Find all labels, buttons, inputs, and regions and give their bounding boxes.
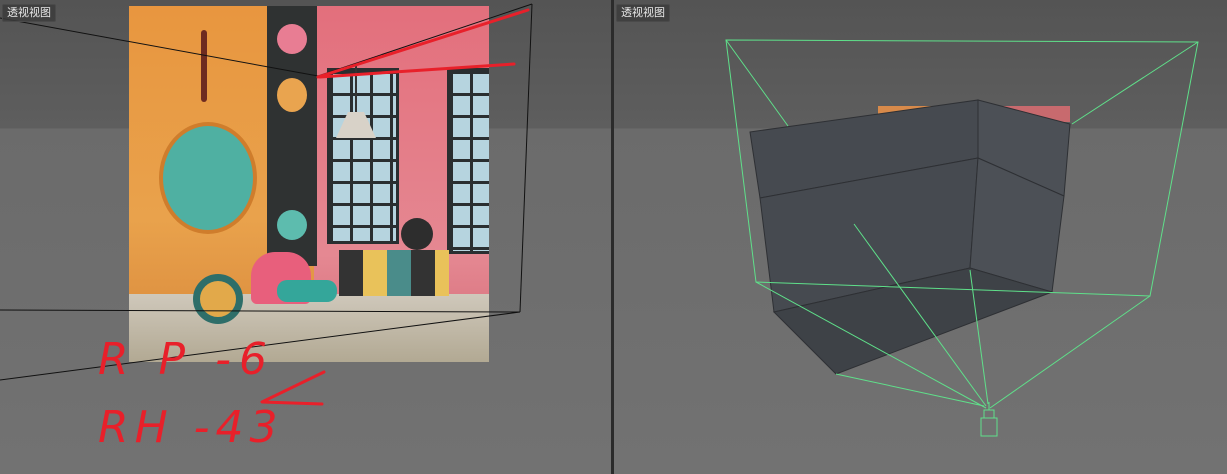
red-stroke-upper — [316, 8, 530, 79]
annotation-line-2: RH -43 — [98, 402, 284, 453]
viewport-label[interactable]: 透视视图 — [616, 4, 670, 22]
viewport-label[interactable]: 透视视图 — [2, 4, 56, 22]
frame-line-right — [519, 3, 533, 313]
viewport-right[interactable]: 透视视图 — [614, 0, 1227, 474]
right-overlay — [725, 39, 1199, 437]
viewport-left[interactable]: R P -6 RH -43 透视视图 — [0, 0, 611, 474]
frame-line-top-left — [0, 17, 319, 77]
annotation-line-1: R P -6 — [98, 334, 275, 385]
left-overlay: R P -6 RH -43 — [0, 3, 533, 453]
frame-line-horizon — [0, 309, 521, 313]
